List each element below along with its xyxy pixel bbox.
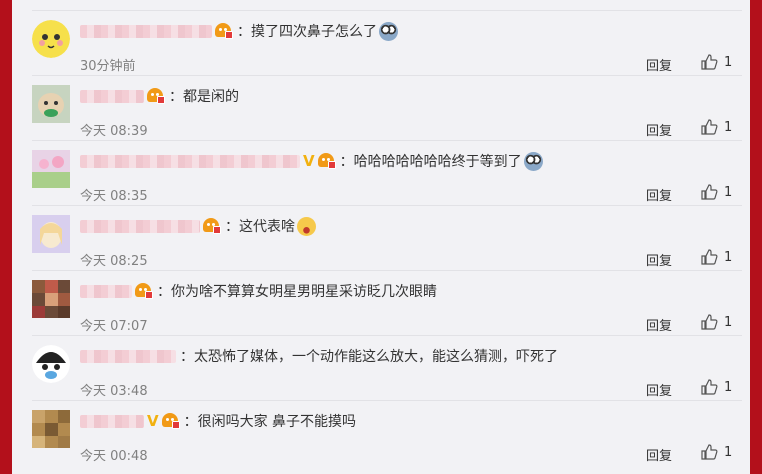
- divider: [32, 270, 742, 271]
- shocked-emoji-icon: [523, 151, 543, 171]
- username-blurred[interactable]: [80, 89, 144, 103]
- vip-icon: V: [303, 152, 315, 170]
- reply-button[interactable]: 回复: [646, 380, 672, 399]
- avatar[interactable]: [32, 215, 70, 253]
- like-count: 1: [724, 185, 733, 200]
- reply-button[interactable]: 回复: [646, 445, 672, 464]
- comment-text: ：很闲吗大家 鼻子不能摸吗: [183, 414, 357, 430]
- reply-button[interactable]: 回复: [646, 185, 672, 204]
- comment-text: ：哈哈哈哈哈哈哈终于等到了: [339, 154, 522, 170]
- username-blurred[interactable]: [80, 349, 176, 363]
- thumbs-up-icon[interactable]: [700, 183, 718, 201]
- divider: [32, 10, 742, 11]
- divider: [32, 400, 742, 401]
- username-blurred[interactable]: [80, 24, 212, 38]
- comment-time: 今天 03:48: [80, 384, 148, 399]
- like-count: 1: [724, 445, 733, 460]
- fan-badge-icon: [215, 23, 233, 39]
- comment-text: ：你为啥不算算女明星男明星采访眨几次眼睛: [157, 284, 437, 300]
- comment-text: ：太恐怖了媒体，一个动作能这么放大，能这么猜测，吓死了: [180, 349, 558, 365]
- like-count: 1: [724, 315, 733, 330]
- comment-item: V ：哈哈哈哈哈哈哈终于等到了 今天 08:35 回复 1: [12, 140, 750, 205]
- fan-badge-icon: [161, 413, 180, 429]
- username-blurred[interactable]: [80, 154, 300, 168]
- comment-time: 30分钟前: [80, 59, 136, 74]
- thumbs-up-icon[interactable]: [700, 53, 718, 71]
- like-count: 1: [724, 55, 733, 70]
- fan-badge-icon: [317, 153, 336, 169]
- smile-emoji-icon: [297, 216, 316, 236]
- thumbs-up-icon[interactable]: [700, 118, 718, 136]
- comment-text: ：摸了四次鼻子怎么了: [237, 24, 377, 40]
- comment-time: 今天 08:39: [80, 124, 148, 139]
- fan-badge-icon: [147, 88, 165, 104]
- like-count: 1: [724, 380, 733, 395]
- avatar[interactable]: [32, 410, 70, 448]
- reply-button[interactable]: 回复: [646, 250, 672, 269]
- reply-button[interactable]: 回复: [646, 315, 672, 334]
- username-blurred[interactable]: [80, 284, 132, 298]
- divider: [32, 140, 742, 141]
- like-count: 1: [724, 250, 733, 265]
- divider: [32, 205, 742, 206]
- divider: [32, 335, 742, 336]
- fan-badge-icon: [135, 283, 153, 299]
- comment-item: ：这代表啥 今天 08:25 回复 1: [12, 205, 750, 270]
- vip-icon: V: [147, 412, 159, 430]
- shocked-emoji-icon: [379, 21, 398, 41]
- comment-time: 今天 00:48: [80, 449, 148, 464]
- divider: [32, 75, 742, 76]
- comment-text: ：这代表啥: [225, 219, 295, 235]
- thumbs-up-icon[interactable]: [700, 313, 718, 331]
- comment-text: ：都是闲的: [169, 89, 239, 105]
- comment-time: 今天 07:07: [80, 319, 148, 334]
- thumbs-up-icon[interactable]: [700, 443, 718, 461]
- comment-time: 今天 08:35: [80, 189, 148, 204]
- comment-item: ：太恐怖了媒体，一个动作能这么放大，能这么猜测，吓死了 今天 03:48 回复 …: [12, 335, 750, 400]
- thumbs-up-icon[interactable]: [700, 248, 718, 266]
- avatar[interactable]: [32, 150, 70, 188]
- username-blurred[interactable]: [80, 219, 200, 233]
- comment-time: 今天 08:25: [80, 254, 148, 269]
- avatar[interactable]: [32, 85, 70, 123]
- avatar[interactable]: [32, 20, 70, 58]
- username-blurred[interactable]: [80, 414, 144, 428]
- avatar[interactable]: [32, 345, 70, 383]
- comment-item: ：你为啥不算算女明星男明星采访眨几次眼睛 今天 07:07 回复 1: [12, 270, 750, 335]
- comment-panel: ：摸了四次鼻子怎么了 30分钟前 回复 1 ：都是闲的 今天 08:39 回复 …: [12, 0, 750, 474]
- comment-item: V ：很闲吗大家 鼻子不能摸吗 今天 00:48 回复 1: [12, 400, 750, 465]
- avatar[interactable]: [32, 280, 70, 318]
- thumbs-up-icon[interactable]: [700, 378, 718, 396]
- reply-button[interactable]: 回复: [646, 55, 672, 74]
- comment-item: ：摸了四次鼻子怎么了 30分钟前 回复 1: [12, 10, 750, 75]
- fan-badge-icon: [203, 218, 221, 234]
- like-count: 1: [724, 120, 733, 135]
- reply-button[interactable]: 回复: [646, 120, 672, 139]
- comment-item: ：都是闲的 今天 08:39 回复 1: [12, 75, 750, 140]
